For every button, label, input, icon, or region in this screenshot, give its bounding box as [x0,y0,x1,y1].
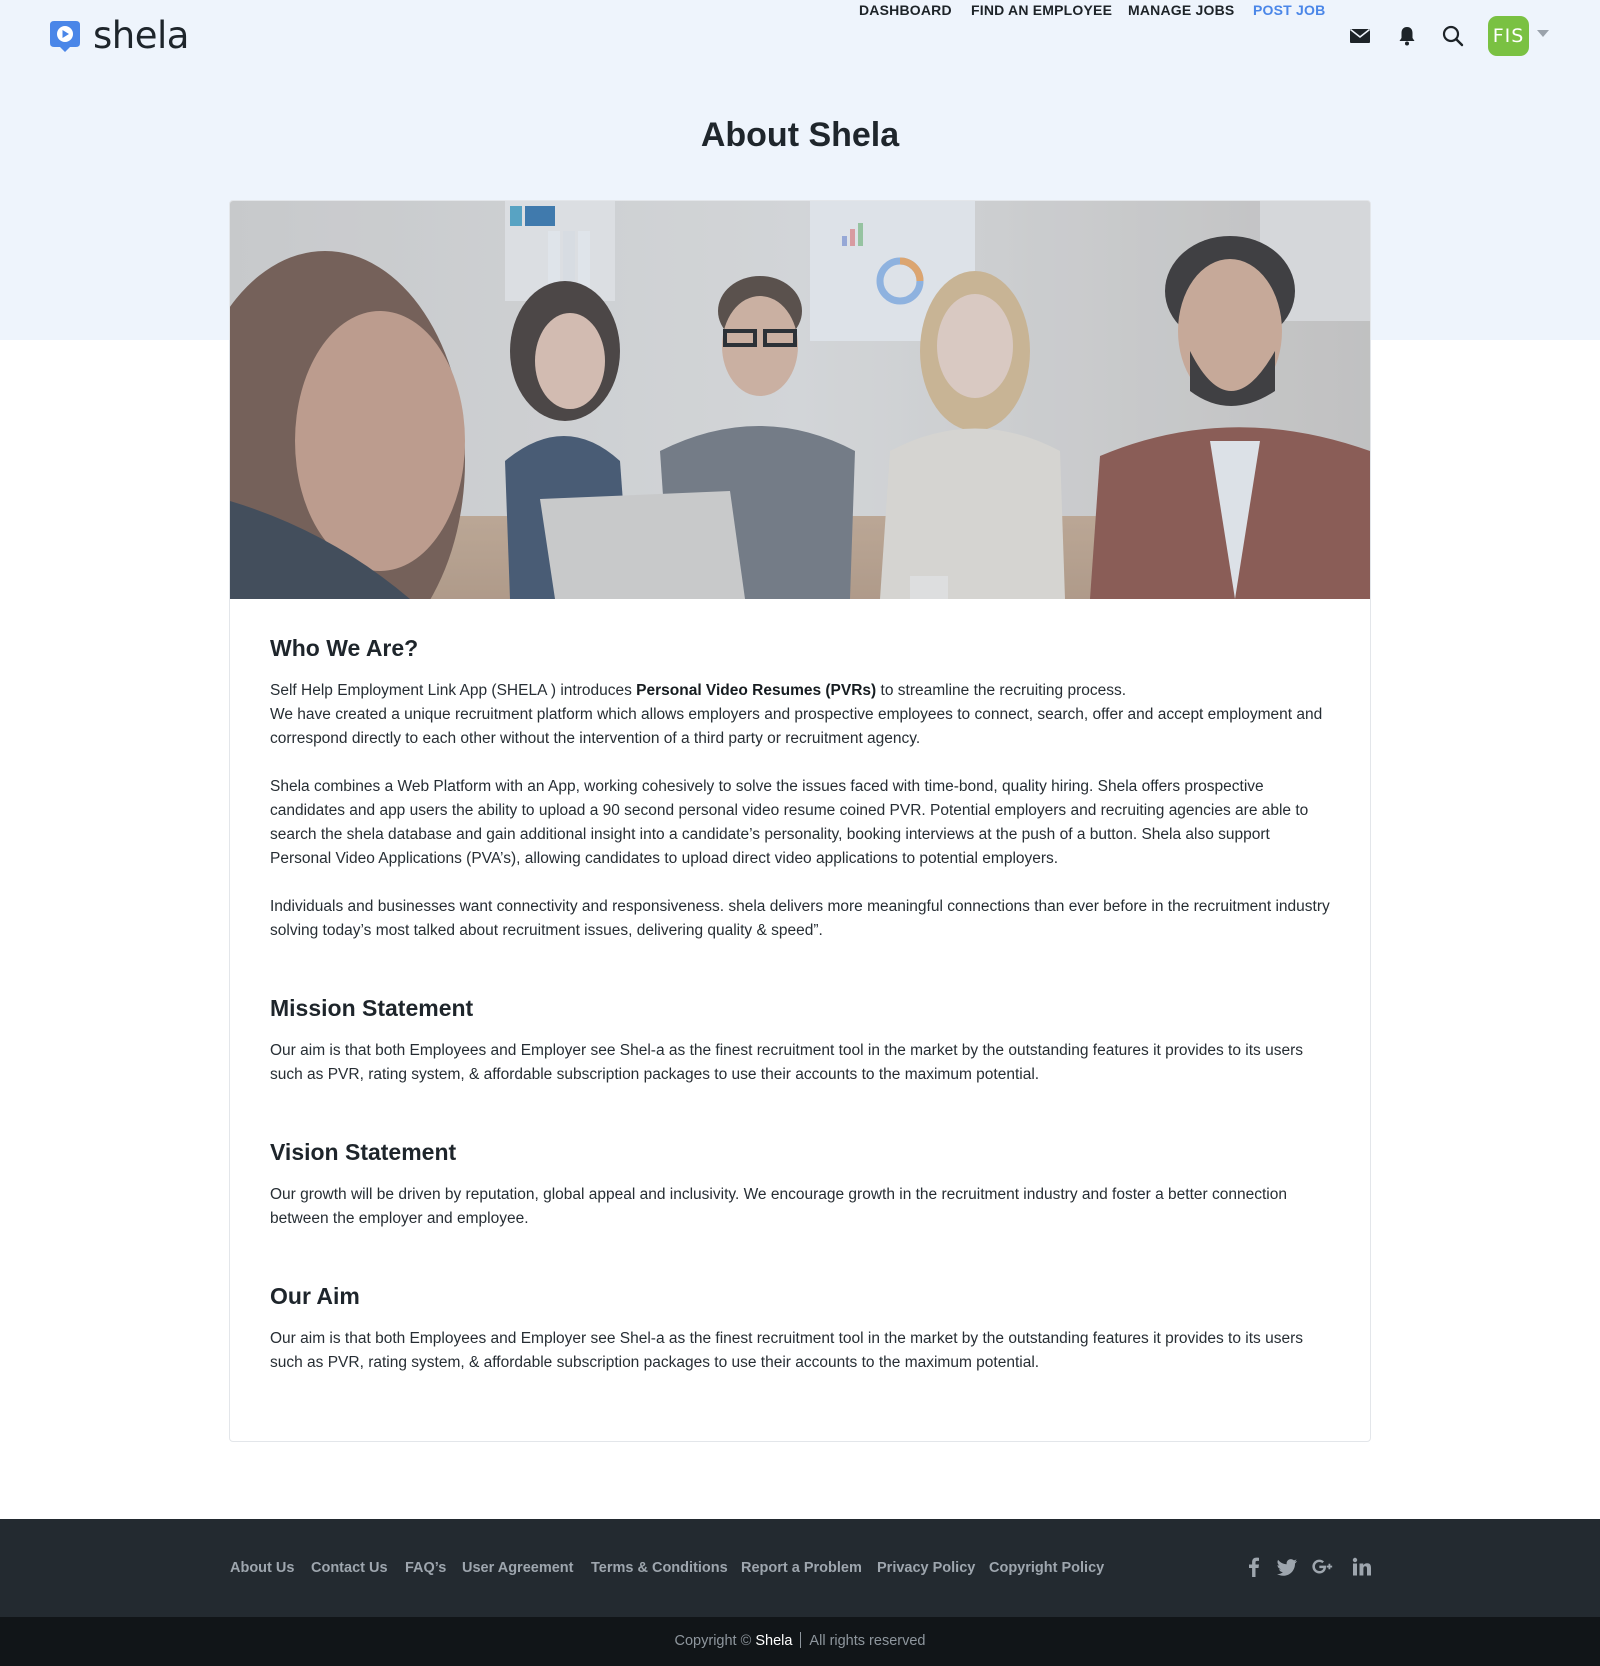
copyright-divider [800,1632,802,1648]
nav-dashboard[interactable]: DASHBOARD [859,0,952,20]
footer-link-terms-conditions[interactable]: Terms & Conditions [591,1557,728,1579]
pvr-highlight: Personal Video Resumes (PVRs) [636,682,877,699]
who-we-are-paragraph-1: Self Help Employment Link App (SHELA ) i… [270,679,1330,751]
who-we-are-title: Who We Are? [270,635,419,661]
facebook-icon[interactable] [1243,1556,1265,1578]
user-avatar[interactable]: FIS [1488,16,1529,56]
footer-link-copyright-policy[interactable]: Copyright Policy [989,1557,1104,1579]
nav-find-an-employee[interactable]: FIND AN EMPLOYEE [971,0,1112,20]
who-we-are-paragraph-2: Shela combines a Web Platform with an Ap… [270,778,1309,867]
our-aim-text: Our aim is that both Employees and Emplo… [270,1330,1303,1371]
footer-link-contact-us[interactable]: Contact Us [311,1557,388,1579]
mission-statement-text: Our aim is that both Employees and Emplo… [270,1042,1303,1083]
copyright-prefix: Copyright © [674,1633,756,1649]
who-we-are-paragraph-3: Individuals and businesses want connecti… [270,898,1330,939]
logo-text: shela [93,14,189,57]
about-text-column: Who We Are? Self Help Employment Link Ap… [270,632,1330,1375]
bell-icon[interactable] [1395,24,1419,48]
footer-link-privacy-policy[interactable]: Privacy Policy [877,1557,975,1579]
shela-logo-icon [50,21,80,52]
copyright-brand: Shela [755,1633,793,1649]
google-plus-icon[interactable] [1312,1556,1334,1578]
vision-statement-text: Our growth will be driven by reputation,… [270,1186,1287,1227]
team-meeting-photo [230,201,1370,599]
footer-link-about-us[interactable]: About Us [230,1557,294,1579]
chevron-down-icon[interactable] [1537,30,1549,37]
copyright-bar: Copyright © Shela All rights reserved [0,1617,1600,1666]
footer-link-report-problem[interactable]: Report a Problem [741,1557,862,1579]
footer-link-user-agreement[interactable]: User Agreement [462,1557,573,1579]
shela-logo[interactable]: shela [48,16,189,56]
copyright-suffix: All rights reserved [809,1633,926,1649]
vision-statement-title: Vision Statement [270,1139,457,1165]
our-aim-title: Our Aim [270,1283,360,1309]
nav-manage-jobs[interactable]: MANAGE JOBS [1128,0,1234,20]
mission-statement-title: Mission Statement [270,995,474,1021]
linkedin-icon[interactable] [1351,1556,1373,1578]
nav-post-job[interactable]: POST JOB [1253,0,1325,20]
search-icon[interactable] [1441,24,1465,48]
footer-link-faqs[interactable]: FAQ’s [405,1557,446,1579]
top-navbar: shela DASHBOARD FIND AN EMPLOYEE MANAGE … [0,0,1600,74]
page-title: About Shela [700,116,900,154]
who-p1-prefix: Self Help Employment Link App (SHELA ) i… [270,682,637,699]
who-p1-suffix: to streamline the recruiting process. [876,682,1127,699]
footer: About Us Contact Us FAQ’s User Agreement… [0,1519,1600,1617]
mail-icon[interactable] [1348,24,1372,48]
who-p1-line2: We have created a unique recruitment pla… [270,706,1323,747]
twitter-icon[interactable] [1276,1556,1298,1578]
